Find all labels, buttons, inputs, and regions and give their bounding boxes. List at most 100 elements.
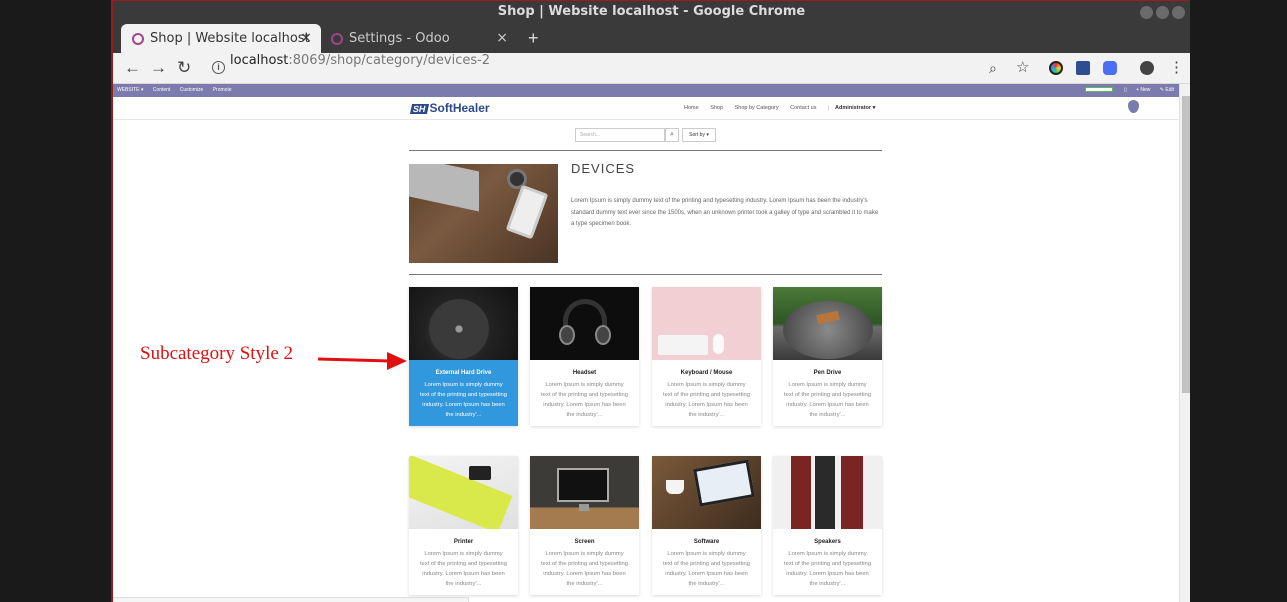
close-tab-icon[interactable]: × bbox=[300, 24, 312, 53]
left-earcup-shape bbox=[559, 325, 575, 345]
subcategory-card-headset[interactable]: Headset Lorem Ipsum is simply dummy text… bbox=[530, 287, 639, 426]
subcategory-text: Lorem Ipsum is simply dummy text of the … bbox=[541, 382, 629, 418]
subcategory-text: Lorem Ipsum is simply dummy text of the … bbox=[784, 551, 872, 587]
maximize-button[interactable] bbox=[1156, 6, 1169, 19]
screen-image bbox=[530, 456, 639, 529]
status-bar bbox=[113, 597, 469, 602]
category-image bbox=[409, 164, 558, 263]
left-speaker-shape bbox=[791, 456, 811, 529]
sort-by-dropdown[interactable]: Sort by ▾ bbox=[682, 128, 716, 142]
annotation-label: Subcategory Style 2 bbox=[140, 343, 294, 364]
edit-button[interactable]: ✎ Edit bbox=[1160, 87, 1174, 93]
subcategory-text: Lorem Ipsum is simply dummy text of the … bbox=[663, 551, 751, 587]
menu-icon[interactable]: ⋮ bbox=[1169, 53, 1184, 83]
extension-shield-icon[interactable] bbox=[1103, 61, 1117, 75]
scrollbar-thumb[interactable] bbox=[1182, 96, 1190, 393]
pen-drive-image bbox=[773, 287, 882, 360]
extension-color-icon[interactable] bbox=[1049, 61, 1063, 75]
odoo-bar-actions: ▯ + New ✎ Edit bbox=[1084, 84, 1182, 97]
extension-window-icon[interactable] bbox=[1076, 61, 1090, 75]
customize-menu[interactable]: Customize bbox=[180, 87, 204, 93]
subcategory-text: Lorem Ipsum is simply dummy text of the … bbox=[784, 382, 872, 418]
right-earcup-shape bbox=[595, 325, 611, 345]
divider bbox=[409, 274, 882, 275]
subcategory-text: Lorem Ipsum is simply dummy text of the … bbox=[541, 551, 629, 587]
phone-shape bbox=[505, 184, 549, 240]
odoo-website-bar: WEBSITE ▾ Content Customize Promote ▯ + … bbox=[113, 84, 1190, 97]
headset-image bbox=[530, 287, 639, 360]
reload-icon[interactable]: ↻ bbox=[177, 53, 191, 83]
website-menu[interactable]: WEBSITE ▾ bbox=[117, 87, 143, 93]
new-button[interactable]: + New bbox=[1136, 87, 1150, 93]
address-bar[interactable]: localhost:8069/shop/category/devices-2 bbox=[230, 53, 490, 83]
right-speaker-shape bbox=[841, 456, 863, 529]
administrator-menu[interactable]: Administrator ▾ bbox=[827, 105, 876, 111]
subcategory-text: Lorem Ipsum is simply dummy text of the … bbox=[663, 382, 751, 418]
speakers-image bbox=[773, 456, 882, 529]
window-title: Shop | Website localhost - Google Chrome bbox=[497, 4, 806, 19]
site-logo[interactable]: SH SoftHealer bbox=[409, 101, 490, 115]
promote-menu[interactable]: Promote bbox=[213, 87, 232, 93]
forward-icon[interactable]: → bbox=[150, 53, 167, 83]
content-menu[interactable]: Content bbox=[153, 87, 171, 93]
menu-home[interactable]: Home bbox=[684, 105, 699, 111]
subcategory-card-screen[interactable]: Screen Lorem Ipsum is simply dummy text … bbox=[530, 456, 639, 595]
printer-image bbox=[409, 456, 518, 529]
tablet-shape bbox=[693, 459, 755, 507]
url-path: :8069/shop/category/devices-2 bbox=[288, 53, 491, 68]
menu-shop[interactable]: Shop bbox=[710, 105, 723, 111]
search-icon[interactable]: ⌕ bbox=[665, 128, 679, 142]
tab-shop[interactable]: Shop | Website localhost × bbox=[121, 24, 321, 53]
subcategory-card-printer[interactable]: Printer Lorem Ipsum is simply dummy text… bbox=[409, 456, 518, 595]
category-title: DEVICES bbox=[571, 161, 636, 176]
new-tab-button[interactable]: + bbox=[528, 24, 539, 53]
keyboard-mouse-image bbox=[652, 287, 761, 360]
back-icon[interactable]: ← bbox=[124, 53, 141, 83]
window-titlebar: Shop | Website localhost - Google Chrome bbox=[113, 1, 1190, 24]
center-speaker-shape bbox=[815, 456, 835, 529]
odoo-favicon-icon bbox=[132, 33, 144, 45]
divider bbox=[409, 150, 882, 151]
disk-platter-shape bbox=[429, 299, 489, 359]
close-tab-icon[interactable]: × bbox=[496, 24, 508, 53]
wood-stump-shape bbox=[783, 301, 873, 359]
software-image bbox=[652, 456, 761, 529]
menu-contact-us[interactable]: Contact us bbox=[790, 105, 816, 111]
minimize-button[interactable] bbox=[1140, 6, 1153, 19]
printer-panel-shape bbox=[409, 456, 513, 529]
tab-settings[interactable]: Settings - Odoo × bbox=[327, 24, 517, 53]
subcategory-card-pen-drive[interactable]: Pen Drive Lorem Ipsum is simply dummy te… bbox=[773, 287, 882, 426]
tab-label: Shop | Website localhost bbox=[150, 31, 310, 46]
subcategory-card-keyboard-mouse[interactable]: Keyboard / Mouse Lorem Ipsum is simply d… bbox=[652, 287, 761, 426]
odoo-favicon-icon bbox=[331, 33, 343, 45]
monitor-stand-shape bbox=[579, 504, 589, 511]
subcategory-card-speakers[interactable]: Speakers Lorem Ipsum is simply dummy tex… bbox=[773, 456, 882, 595]
laptop-shape bbox=[409, 164, 479, 212]
sd-card-shape bbox=[469, 466, 491, 480]
subcategory-text: Lorem Ipsum is simply dummy text of the … bbox=[420, 551, 508, 587]
coffee-cup-shape bbox=[666, 480, 684, 494]
window-controls bbox=[1140, 6, 1185, 19]
site-header: SH SoftHealer Home Shop Shop by Category … bbox=[113, 97, 1179, 120]
mobile-preview-icon[interactable]: ▯ bbox=[1124, 87, 1127, 93]
menu-shop-by-category[interactable]: Shop by Category bbox=[735, 105, 779, 111]
search-input[interactable]: Search... bbox=[575, 128, 665, 142]
zoom-icon[interactable]: ⌕ bbox=[989, 53, 997, 83]
profile-icon[interactable] bbox=[1140, 61, 1154, 75]
vertical-scrollbar[interactable] bbox=[1179, 84, 1190, 602]
logo-mark: SH bbox=[409, 104, 429, 114]
close-window-button[interactable] bbox=[1172, 6, 1185, 19]
subcategory-card-software[interactable]: Software Lorem Ipsum is simply dummy tex… bbox=[652, 456, 761, 595]
browser-toolbar: ← → ↻ i localhost:8069/shop/category/dev… bbox=[113, 53, 1190, 84]
site-info-icon[interactable]: i bbox=[212, 61, 225, 74]
publish-toggle[interactable] bbox=[1084, 87, 1113, 93]
logo-text: SoftHealer bbox=[429, 101, 490, 115]
mouse-shape bbox=[713, 334, 724, 354]
keyboard-shape bbox=[658, 335, 708, 355]
star-icon[interactable]: ☆ bbox=[1016, 53, 1029, 83]
browser-window: Shop | Website localhost - Google Chrome… bbox=[111, 0, 1190, 602]
site-menu: Home Shop Shop by Category Contact us Ad… bbox=[684, 97, 885, 119]
hard-drive-image bbox=[409, 287, 518, 360]
subcategory-card-external-hard-drive[interactable]: External Hard Drive Lorem Ipsum is simpl… bbox=[409, 287, 518, 426]
url-host: localhost bbox=[230, 53, 289, 68]
